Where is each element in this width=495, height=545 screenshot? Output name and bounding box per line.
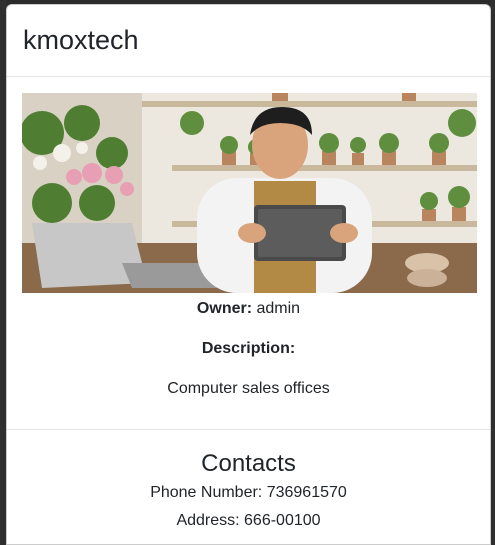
owner-value: admin xyxy=(256,300,301,317)
business-image xyxy=(22,93,477,293)
florist-photo xyxy=(22,93,477,293)
section-divider xyxy=(7,429,490,430)
owner-label: Owner: xyxy=(196,300,253,317)
address-line: Address: 666-00100 xyxy=(7,507,490,535)
address-label: Address: xyxy=(176,512,240,529)
address-value: 666-00100 xyxy=(244,512,321,529)
modal-body: Owner: admin Description: Computer sales… xyxy=(7,77,490,401)
modal-title: kmoxtech xyxy=(23,25,139,55)
contacts-title: Contacts xyxy=(201,450,296,477)
description-label: Description: xyxy=(201,340,296,357)
phone-line: Phone Number: 736961570 xyxy=(7,479,490,507)
modal-header: kmoxtech xyxy=(7,5,490,77)
contacts-section: Contacts Phone Number: 736961570 Address… xyxy=(7,449,490,535)
business-details-modal: kmoxtech Owner: admin Description: Compu… xyxy=(6,4,491,545)
phone-value: 736961570 xyxy=(266,484,347,501)
owner-line: Owner: admin xyxy=(22,297,475,321)
description-text: Computer sales offices xyxy=(167,380,330,397)
phone-label: Phone Number: xyxy=(150,484,263,501)
backdrop-right xyxy=(491,0,495,545)
